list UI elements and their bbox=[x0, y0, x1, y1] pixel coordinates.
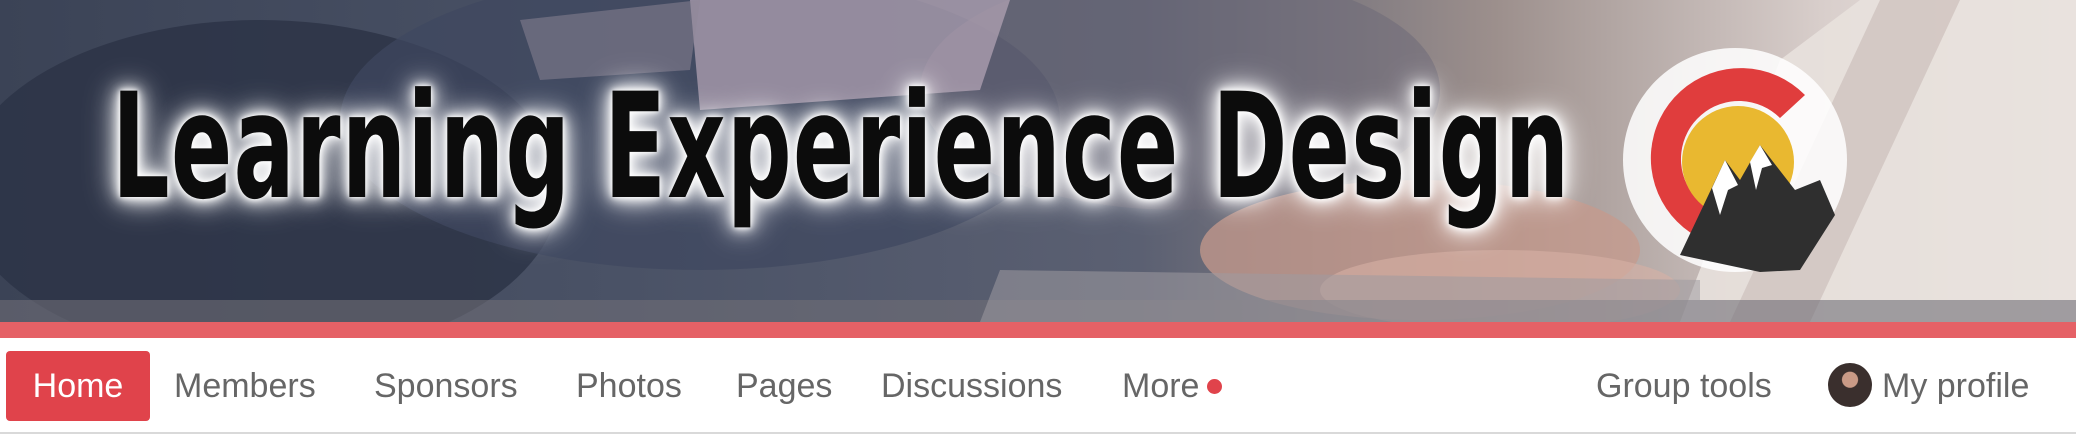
nav-photos-tab[interactable]: Photos bbox=[576, 351, 682, 421]
banner-accent-strip bbox=[0, 322, 2076, 338]
notification-dot-icon bbox=[1207, 378, 1223, 394]
nav-home-tab[interactable]: Home bbox=[6, 351, 150, 421]
nav-more-menu[interactable]: More bbox=[1122, 351, 1223, 421]
group-banner: Learning Experience Design bbox=[0, 0, 2076, 322]
nav-my-profile-link[interactable]: My profile bbox=[1828, 351, 2029, 421]
nav-group-tools-link[interactable]: Group tools bbox=[1596, 351, 1772, 421]
nav-more-label: More bbox=[1122, 367, 1200, 405]
banner-title: Learning Experience Design bbox=[112, 62, 1571, 232]
group-page: Learning Experience Design Home Members … bbox=[0, 0, 2076, 434]
nav-pages-tab[interactable]: Pages bbox=[736, 351, 832, 421]
nav-members-tab[interactable]: Members bbox=[174, 351, 316, 421]
nav-profile-label: My profile bbox=[1882, 367, 2030, 405]
group-nav-bar: Home Members Sponsors Photos Pages Discu… bbox=[0, 338, 2076, 434]
colorado-mountain-logo-icon bbox=[1623, 48, 1847, 272]
nav-discussions-tab[interactable]: Discussions bbox=[881, 351, 1062, 421]
nav-sponsors-tab[interactable]: Sponsors bbox=[374, 351, 518, 421]
avatar bbox=[1828, 363, 1872, 408]
